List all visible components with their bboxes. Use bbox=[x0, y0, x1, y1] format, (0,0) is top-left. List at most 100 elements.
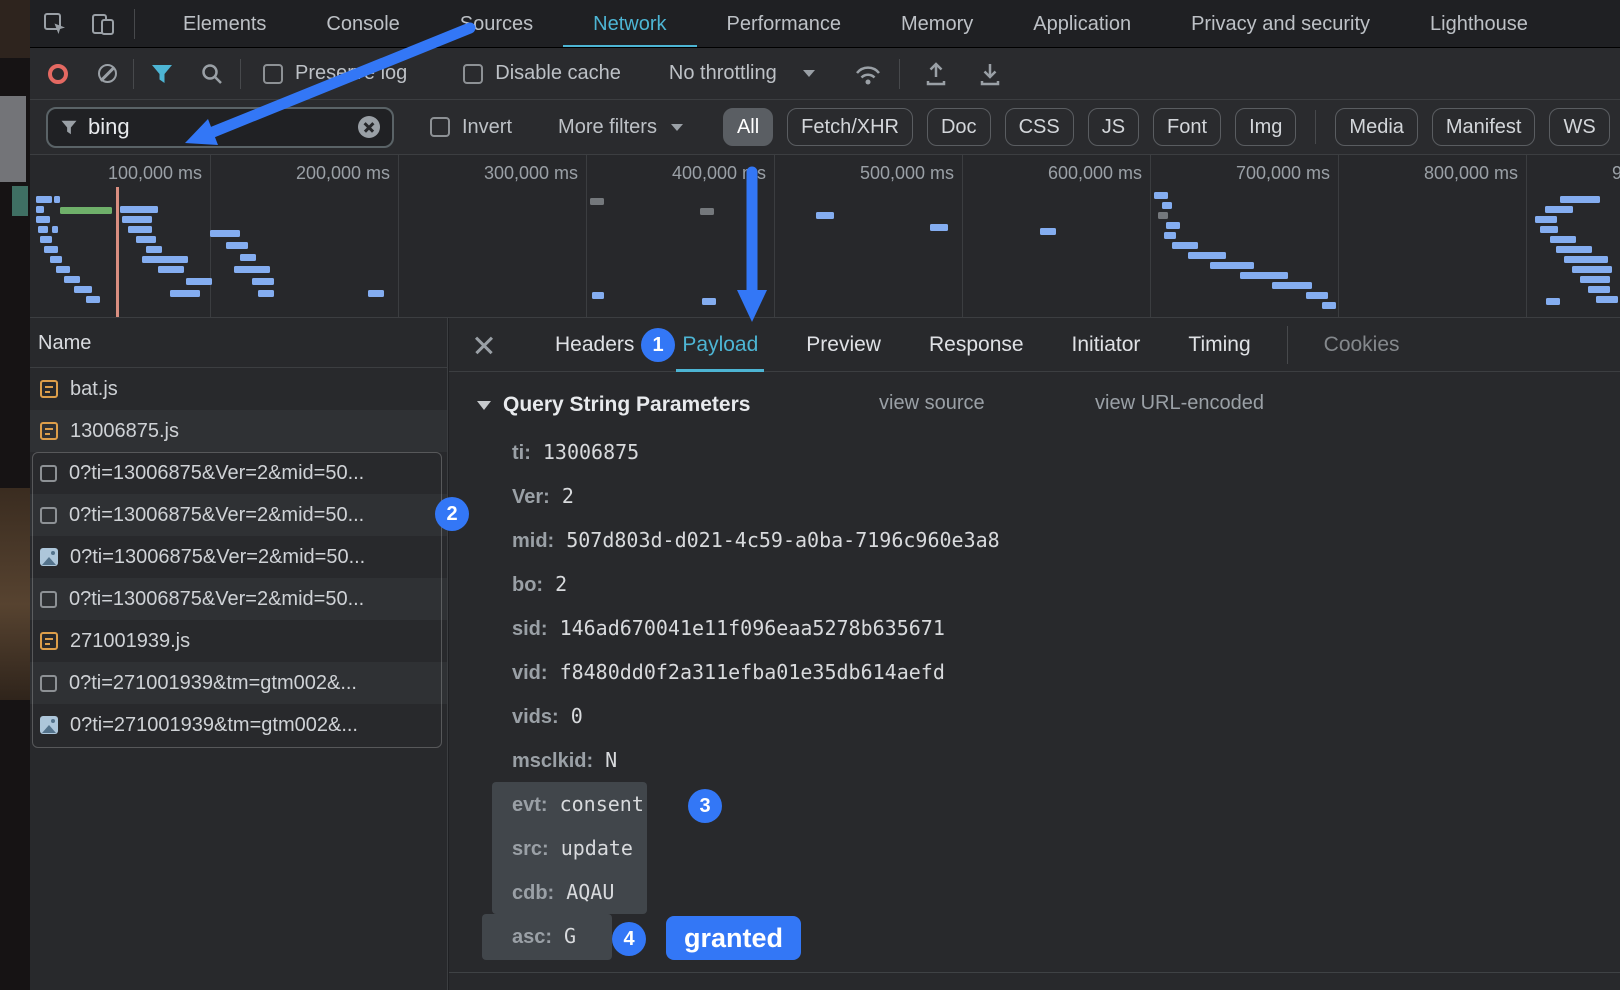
tab-network[interactable]: Network bbox=[563, 0, 696, 48]
export-har-icon[interactable] bbox=[978, 61, 1002, 87]
request-bar bbox=[50, 256, 62, 263]
request-name: 271001939.js bbox=[70, 630, 190, 653]
tab-console[interactable]: Console bbox=[296, 0, 429, 48]
request-bar bbox=[44, 246, 58, 253]
filter-chip-manifest[interactable]: Manifest bbox=[1432, 108, 1536, 146]
request-name: 0?ti=271001939&tm=gtm002&... bbox=[69, 672, 357, 695]
invert-filter-checkbox[interactable] bbox=[430, 117, 450, 137]
request-bar bbox=[1560, 196, 1600, 203]
request-row[interactable]: 0?ti=13006875&Ver=2&mid=50... bbox=[30, 494, 447, 536]
param-key: msclkid: bbox=[512, 750, 593, 772]
script-file-icon bbox=[40, 632, 58, 650]
chevron-down-icon[interactable] bbox=[803, 70, 815, 77]
request-bar bbox=[1564, 256, 1608, 263]
triangle-expanded-icon[interactable] bbox=[477, 401, 491, 410]
device-toolbar-icon[interactable] bbox=[90, 11, 116, 37]
toolbar-divider bbox=[134, 9, 135, 39]
detail-tab-initiator[interactable]: Initiator bbox=[1066, 318, 1147, 372]
request-bar bbox=[1272, 282, 1312, 289]
tab-application[interactable]: Application bbox=[1003, 0, 1161, 48]
request-row[interactable]: 0?ti=271001939&tm=gtm002&... bbox=[30, 704, 447, 746]
clear-filter-icon[interactable] bbox=[358, 116, 380, 138]
filter-box[interactable] bbox=[46, 107, 394, 148]
throttling-select[interactable]: No throttling bbox=[669, 62, 777, 85]
request-name: bat.js bbox=[70, 378, 118, 401]
request-bar bbox=[590, 198, 604, 205]
filter-toggle-icon[interactable] bbox=[150, 63, 174, 85]
request-row[interactable]: 0?ti=13006875&Ver=2&mid=50... bbox=[30, 578, 447, 620]
import-har-icon[interactable] bbox=[924, 61, 948, 87]
preserve-log-checkbox[interactable] bbox=[263, 64, 283, 84]
view-source-link[interactable]: view source bbox=[879, 392, 985, 415]
timeline-tick-label: 100,000 ms bbox=[108, 163, 202, 184]
network-overview-timeline[interactable]: 100,000 ms200,000 ms300,000 ms400,000 ms… bbox=[30, 155, 1620, 318]
detail-tab-headers[interactable]: Headers bbox=[549, 318, 640, 372]
request-bar bbox=[226, 242, 248, 249]
network-conditions-icon[interactable] bbox=[853, 62, 883, 86]
tab-memory[interactable]: Memory bbox=[871, 0, 1003, 48]
request-bar bbox=[1158, 212, 1168, 219]
filter-chip-media[interactable]: Media bbox=[1335, 108, 1417, 146]
tab-lighthouse[interactable]: Lighthouse bbox=[1400, 0, 1558, 48]
tab-sources[interactable]: Sources bbox=[430, 0, 563, 48]
detail-tab-timing[interactable]: Timing bbox=[1182, 318, 1256, 372]
request-bar bbox=[252, 278, 274, 285]
tab-performance[interactable]: Performance bbox=[697, 0, 872, 48]
request-bar bbox=[40, 236, 52, 243]
timeline-tick-label: 900,000 ms bbox=[1612, 163, 1620, 184]
request-row[interactable]: 13006875.js bbox=[30, 410, 447, 452]
page-background-strip bbox=[0, 0, 30, 990]
request-bar bbox=[36, 206, 44, 213]
request-row[interactable]: 0?ti=271001939&tm=gtm002&... bbox=[30, 662, 447, 704]
inspect-element-icon[interactable] bbox=[42, 11, 68, 37]
close-icon[interactable] bbox=[473, 334, 495, 356]
request-row[interactable]: bat.js bbox=[30, 368, 447, 410]
disable-cache-checkbox[interactable] bbox=[463, 64, 483, 84]
toolbar-divider bbox=[240, 59, 241, 89]
search-icon[interactable] bbox=[200, 62, 224, 86]
detail-tab-preview[interactable]: Preview bbox=[800, 318, 887, 372]
clear-network-log-button[interactable] bbox=[98, 64, 117, 83]
detail-tab-cookies[interactable]: Cookies bbox=[1318, 318, 1406, 372]
request-bar bbox=[1596, 296, 1618, 303]
filter-chip-all[interactable]: All bbox=[723, 108, 773, 146]
filter-chip-doc[interactable]: Doc bbox=[927, 108, 991, 146]
chevron-down-icon[interactable] bbox=[671, 124, 683, 131]
request-row[interactable]: 0?ti=13006875&Ver=2&mid=50... bbox=[30, 536, 447, 578]
request-bar bbox=[1580, 276, 1610, 283]
network-filter-input[interactable] bbox=[88, 114, 358, 140]
timeline-tick-label: 600,000 ms bbox=[1048, 163, 1142, 184]
filter-chip-img[interactable]: Img bbox=[1235, 108, 1296, 146]
query-string-parameters-section[interactable]: Query String Parameters bbox=[477, 388, 750, 422]
filter-chip-ws[interactable]: WS bbox=[1549, 108, 1609, 146]
request-bar bbox=[36, 196, 52, 203]
tab-elements[interactable]: Elements bbox=[153, 0, 296, 48]
filter-chip-css[interactable]: CSS bbox=[1005, 108, 1074, 146]
request-name: 0?ti=13006875&Ver=2&mid=50... bbox=[70, 546, 365, 569]
timeline-gridline bbox=[1338, 155, 1339, 318]
name-column-header[interactable]: Name bbox=[30, 318, 447, 368]
request-bar bbox=[1540, 226, 1558, 233]
request-bar bbox=[1556, 246, 1592, 253]
filter-chip-font[interactable]: Font bbox=[1153, 108, 1221, 146]
filter-chip-js[interactable]: JS bbox=[1088, 108, 1139, 146]
param-value: 0 bbox=[571, 704, 583, 728]
more-filters-button[interactable]: More filters bbox=[558, 116, 657, 139]
param-Ver: Ver:2 bbox=[512, 481, 574, 511]
param-mid: mid:507d803d-d021-4c59-a0ba-7196c960e3a8 bbox=[512, 525, 1000, 555]
page-background-fragment bbox=[0, 96, 26, 182]
timeline-gridline bbox=[586, 155, 587, 318]
param-key: vids: bbox=[512, 706, 559, 728]
view-url-encoded-link[interactable]: view URL-encoded bbox=[1095, 392, 1264, 415]
detail-tab-response[interactable]: Response bbox=[923, 318, 1030, 372]
request-name: 13006875.js bbox=[70, 420, 179, 443]
timeline-gridline bbox=[1150, 155, 1151, 318]
filter-chip-fetch-xhr[interactable]: Fetch/XHR bbox=[787, 108, 913, 146]
image-file-icon bbox=[40, 716, 58, 734]
detail-tab-payload[interactable]: Payload bbox=[676, 318, 764, 372]
request-bar bbox=[1210, 262, 1254, 269]
tab-privacy-and-security[interactable]: Privacy and security bbox=[1161, 0, 1400, 48]
request-row[interactable]: 0?ti=13006875&Ver=2&mid=50... bbox=[30, 452, 447, 494]
record-network-log-button[interactable] bbox=[48, 64, 68, 84]
request-row[interactable]: 271001939.js bbox=[30, 620, 447, 662]
